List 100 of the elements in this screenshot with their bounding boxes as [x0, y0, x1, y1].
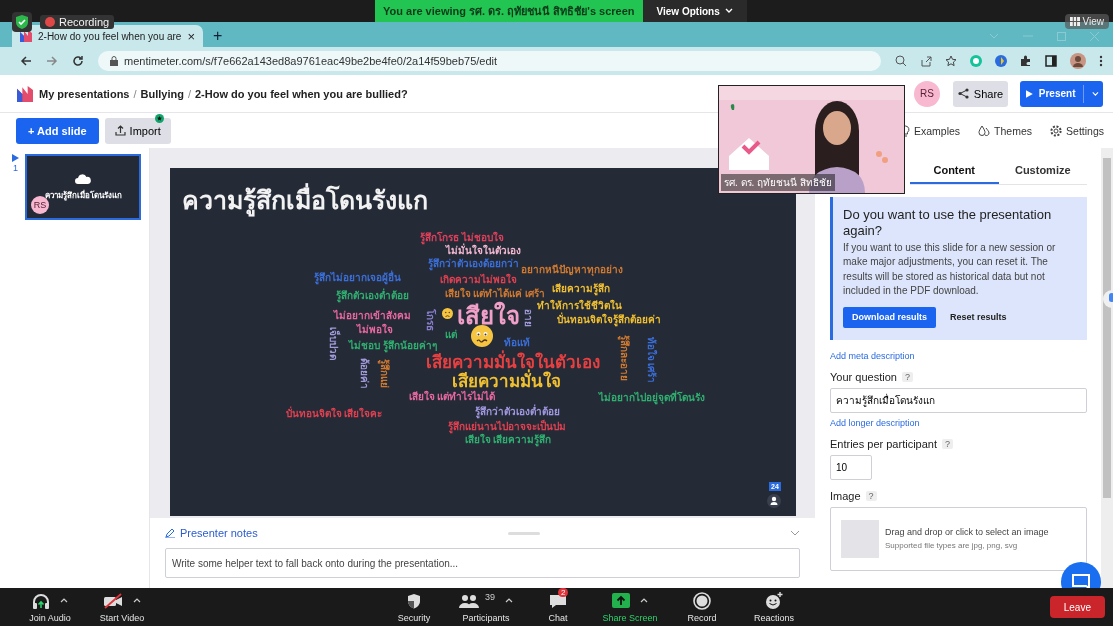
caret-icon[interactable] — [60, 598, 68, 603]
user-avatar[interactable]: RS — [914, 80, 940, 107]
chevron-icon[interactable] — [790, 530, 800, 536]
cloud-word: รู้สึกแย่ — [378, 358, 390, 388]
help-icon[interactable]: ? — [942, 438, 953, 449]
logo-icon — [20, 30, 32, 42]
star-icon[interactable] — [945, 55, 957, 67]
caret-icon[interactable] — [133, 598, 141, 603]
present-button[interactable]: Present — [1020, 80, 1103, 107]
presenter-notes-toggle[interactable]: Presenter notes — [165, 527, 258, 539]
question-field[interactable]: ความรู้สึกเมื่อโดนรังแก — [830, 387, 1087, 413]
zoom-reactions-button[interactable]: Reactions — [738, 588, 810, 626]
add-description-link[interactable]: Add longer description — [830, 417, 1087, 428]
drag-handle[interactable] — [507, 531, 540, 535]
zoom-chat-button[interactable]: 2 Chat — [522, 588, 594, 626]
microphone-icon[interactable] — [1103, 290, 1113, 308]
camera-off-icon — [103, 592, 123, 609]
field-label: Your question — [830, 370, 897, 383]
dropzone-hint: Supported file types are jpg, png, svg — [885, 541, 1019, 550]
zoom-share-button[interactable]: Share Screen — [594, 588, 666, 626]
puzzle-icon[interactable] — [1020, 55, 1032, 67]
panel-tab[interactable]: Customize — [998, 158, 1087, 184]
address-bar[interactable]: mentimeter.com/s/f7e662a143ed8a9761eac49be2be4fe0/2a14f59beb75/edit — [98, 51, 881, 71]
recording-label: Recording — [59, 16, 110, 28]
grid-icon — [1069, 17, 1080, 26]
smiley-icon — [765, 591, 783, 610]
cloud-word: ไม่พอใจ — [357, 324, 393, 336]
field-label: Entries per participant — [830, 437, 937, 450]
back-icon[interactable] — [20, 55, 32, 67]
scrollbar[interactable] — [1103, 158, 1111, 498]
toolbar-link[interactable]: Examples — [901, 124, 961, 137]
share-screen-icon — [612, 593, 630, 608]
zoom-icon[interactable] — [895, 55, 907, 67]
cloud-word: เสียใจ — [456, 301, 520, 329]
zoom-participants-button[interactable]: 39 Participants — [450, 588, 522, 626]
entries-field[interactable]: 10 — [830, 454, 872, 480]
share-icon — [957, 88, 969, 99]
reload-icon[interactable] — [72, 55, 84, 67]
caret-icon[interactable] — [505, 598, 513, 603]
record-dot-icon — [45, 17, 55, 27]
profile-avatar[interactable] — [1070, 53, 1086, 69]
view-button[interactable]: View — [1064, 14, 1109, 29]
zoom-audio-button[interactable]: Join Audio — [14, 588, 86, 626]
toolbar-link[interactable]: Settings — [1050, 124, 1104, 137]
cloud-word: รู้สึกว่าตัวเองด้อยกว่า — [427, 258, 519, 270]
help-icon[interactable]: ? — [865, 490, 877, 501]
share-icon[interactable] — [920, 55, 932, 67]
new-tab-button[interactable]: + — [203, 25, 233, 47]
image-dropzone[interactable]: Drag and drop or click to select an image Supported file types are jpg, png, svg — [830, 506, 1087, 571]
breadcrumb-separator: / — [187, 87, 191, 100]
cloud-word: รู้สึกละอาย — [618, 335, 630, 381]
viewing-banner: You are viewing รศ. ดร. ฤทัยชนนี สิทธิชัย's screen — [375, 0, 643, 22]
shield-icon — [407, 592, 421, 609]
import-button[interactable]: Import — [104, 117, 171, 144]
worried-face-icon — [471, 325, 493, 347]
caret-icon[interactable] — [640, 598, 648, 603]
zoom-record-button[interactable]: Record — [666, 588, 738, 626]
cloud-word: โกรธ — [424, 309, 436, 331]
help-icon[interactable]: ? — [901, 371, 913, 382]
view-options-button[interactable]: View Options — [642, 0, 747, 22]
breadcrumb-link[interactable]: Bullying — [140, 87, 184, 100]
cloud-word: เจ็บปวด — [327, 326, 339, 360]
cloud-word: อยากหนีปัญหาทุกอย่าง — [521, 264, 623, 276]
people-icon — [459, 593, 479, 608]
cloud-word: แต่ — [445, 329, 457, 341]
cloud-word: บั่นทอนจิตใจ เสียใจคะ — [285, 408, 383, 420]
upload-icon — [114, 125, 126, 136]
add-meta-link[interactable]: Add meta description — [830, 350, 1087, 361]
sidebar-icon[interactable] — [1045, 55, 1057, 67]
reset-results-button[interactable]: Reset results — [944, 311, 1013, 323]
notes-field[interactable]: Write some helper text to fall back onto during the presentation... — [165, 548, 800, 578]
breadcrumb-link[interactable]: My presentations — [39, 87, 130, 100]
slide-thumbnail[interactable]: ความรู้สึกเมื่อโดนรังแก RS — [25, 154, 141, 220]
leave-button[interactable]: Leave — [1049, 596, 1105, 618]
cloud-word: ด้อยค่า — [358, 357, 370, 389]
cloud-word: ไม่ชอบ รู้สึกน้อยค่าๆ — [349, 340, 437, 352]
extension-icon[interactable] — [995, 55, 1007, 67]
shield-icon — [12, 12, 32, 32]
panel-tab[interactable]: Content — [910, 158, 999, 184]
menu-icon[interactable] — [1099, 55, 1103, 67]
slide-title: ความรู้สึกเมื่อโดนรังแก — [182, 180, 428, 220]
forward-icon[interactable] — [46, 55, 58, 67]
record-icon — [693, 591, 711, 610]
zoom-video-button[interactable]: Start Video — [86, 588, 158, 626]
headphone-icon — [32, 592, 50, 609]
slide-number: 1 — [13, 163, 18, 173]
zoom-security-button[interactable]: Security — [378, 588, 450, 626]
download-results-button[interactable]: Download results — [843, 306, 936, 328]
play-icon — [1026, 88, 1033, 99]
cloud-word: ไม่มั่นใจในตัวเอง — [445, 245, 521, 257]
drop-icon — [978, 124, 991, 137]
cloud-word: เสียใจ แต่ทำได้แค่ เศร้า — [444, 288, 546, 299]
cloud-word: อาย — [522, 309, 534, 327]
toolbar-link[interactable]: Themes — [978, 124, 1033, 137]
field-label: Image — [830, 489, 861, 502]
cloud-word: ท้อใจ เศร้า — [645, 336, 657, 384]
add-slide-button[interactable]: + Add slide — [16, 117, 99, 144]
settings-icon — [1050, 124, 1063, 137]
breadcrumb-link[interactable]: 2-How do you feel when you are bullied? — [195, 87, 408, 100]
share-button[interactable]: Share — [953, 80, 1008, 107]
